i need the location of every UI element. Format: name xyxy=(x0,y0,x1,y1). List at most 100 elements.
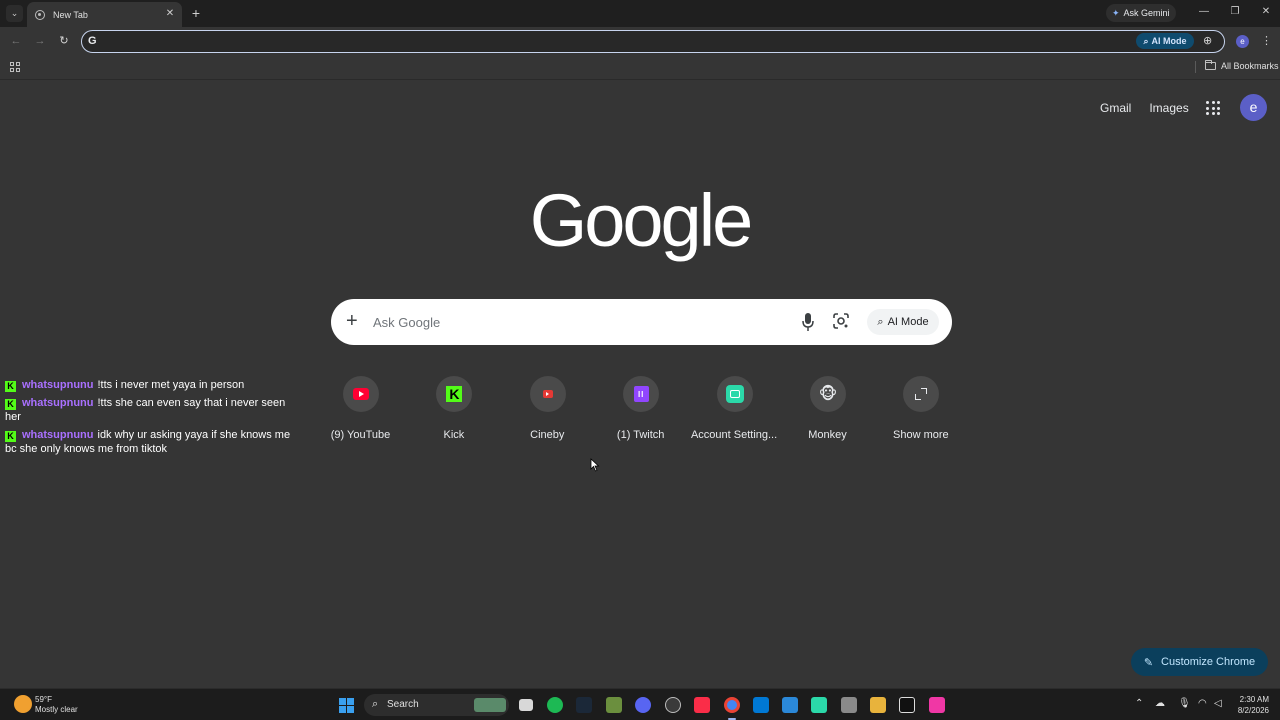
kick-badge-icon: K xyxy=(5,399,16,410)
shortcut-cineby[interactable]: Cineby xyxy=(501,372,594,452)
shortcut-kick[interactable]: K Kick xyxy=(407,372,500,452)
top-links: Gmail Images xyxy=(1100,98,1207,118)
shortcut-label: (1) Twitch xyxy=(616,429,665,441)
google-g-icon: G xyxy=(88,35,97,47)
chat-overlay: Kwhatsupnunu !tts i never met yaya in per… xyxy=(5,378,295,460)
pencil-icon: ✎ xyxy=(1143,656,1154,669)
shortcut-monkey[interactable]: 🐵 Monkey xyxy=(781,372,874,452)
discord-icon[interactable] xyxy=(635,697,651,713)
tab-search-button[interactable]: ⌄ xyxy=(6,5,23,22)
folder-icon xyxy=(1205,60,1216,70)
weather-temperature[interactable]: 59°F xyxy=(35,695,52,704)
minimize-icon[interactable]: — xyxy=(1197,6,1211,17)
youtube-icon xyxy=(353,388,369,400)
file-explorer-icon[interactable] xyxy=(870,697,886,713)
ask-gemini-label: Ask Gemini xyxy=(1123,8,1170,18)
account-avatar[interactable]: e xyxy=(1240,94,1267,121)
apple-music-icon[interactable] xyxy=(694,697,710,713)
microsoft-store-icon[interactable] xyxy=(753,697,769,713)
volume-icon[interactable]: ◁ xyxy=(1214,698,1222,709)
images-link[interactable]: Images xyxy=(1149,101,1188,115)
restore-icon[interactable]: ❐ xyxy=(1228,6,1242,17)
chat-text: !tts i never met yaya in person xyxy=(97,379,245,391)
task-view-icon[interactable] xyxy=(519,699,533,711)
chat-username: whatsupnunu xyxy=(22,397,94,409)
weather-moon-icon[interactable] xyxy=(14,695,32,713)
omnibox-ai-mode-button[interactable]: ⌕ AI Mode xyxy=(1136,33,1194,49)
companion-app-icon[interactable] xyxy=(811,697,827,713)
more-menu-icon[interactable]: ⋮ xyxy=(1261,34,1272,48)
xsplit-icon[interactable] xyxy=(929,697,945,713)
taskbar-search-label: Search xyxy=(387,699,419,710)
shortcut-show-more[interactable]: Show more xyxy=(874,372,967,452)
ai-mode-button[interactable]: ⌕ AI Mode xyxy=(867,309,939,335)
shortcut-label: Kick xyxy=(443,429,465,441)
reload-icon[interactable]: ↻ xyxy=(57,33,71,49)
add-file-icon[interactable]: + xyxy=(346,310,358,332)
clock-time[interactable]: 2:30 AM xyxy=(1237,695,1269,704)
chrome-icon[interactable] xyxy=(724,697,740,713)
generic-app-icon[interactable] xyxy=(841,697,857,713)
wifi-icon[interactable]: ◠ xyxy=(1198,698,1207,709)
tab-close-icon[interactable]: ✕ xyxy=(164,7,176,21)
chat-message: Kwhatsupnunu !tts i never met yaya in per… xyxy=(5,378,295,392)
google-lens-icon[interactable] xyxy=(833,313,849,329)
profile-avatar[interactable]: e xyxy=(1236,35,1249,48)
microphone-icon[interactable] xyxy=(802,312,814,332)
shortcut-account-settings[interactable]: Account Setting... xyxy=(688,372,781,452)
ask-gemini-button[interactable]: ✦ Ask Gemini xyxy=(1106,4,1176,22)
chat-message: Kwhatsupnunu !tts she can even say that i… xyxy=(5,396,295,424)
shortcut-youtube[interactable]: (9) YouTube xyxy=(314,372,407,452)
address-input[interactable] xyxy=(104,33,1104,49)
capcut-icon[interactable] xyxy=(899,697,915,713)
search-box[interactable]: + ⌕ AI Mode xyxy=(331,299,952,345)
zoom-icon[interactable]: ⊕ xyxy=(1203,34,1212,47)
kick-icon: K xyxy=(446,386,463,402)
window-close-icon[interactable]: ✕ xyxy=(1259,6,1273,17)
spotify-icon[interactable] xyxy=(547,697,563,713)
customize-chrome-button[interactable]: ✎ Customize Chrome xyxy=(1131,648,1268,676)
gemini-spark-icon: ✦ xyxy=(1112,7,1120,18)
search-input[interactable] xyxy=(373,313,773,331)
omnibox-ai-mode-label: AI Mode xyxy=(1151,36,1187,46)
cineby-icon xyxy=(542,390,553,398)
openai-icon[interactable] xyxy=(665,697,681,713)
shortcut-label: (9) YouTube xyxy=(330,429,391,441)
customize-chrome-label: Customize Chrome xyxy=(1161,656,1256,668)
tab-new-tab[interactable]: New Tab ✕ xyxy=(27,2,182,27)
steam-icon[interactable] xyxy=(576,697,592,713)
windows-start-icon[interactable] xyxy=(339,698,354,713)
browser-toolbar: ← → ↻ G ⌕ AI Mode ⊕ e ⋮ xyxy=(0,27,1280,56)
shortcut-label: Show more xyxy=(893,429,949,441)
tray-overflow-icon[interactable]: ⌃ xyxy=(1135,698,1143,709)
gmail-link[interactable]: Gmail xyxy=(1100,101,1131,115)
windows-taskbar: 59°F Mostly clear ⌕ Search ⌃ ☁ 🎙 ◠ ◁ 2:3… xyxy=(0,688,1280,720)
all-bookmarks-label: All Bookmarks xyxy=(1221,61,1279,71)
chrome-favicon-icon xyxy=(35,9,45,20)
shortcut-twitch[interactable]: (1) Twitch xyxy=(594,372,687,452)
shortcuts-grid: (9) YouTube K Kick Cineby (1) Twitch Acc… xyxy=(314,372,968,452)
minecraft-icon[interactable] xyxy=(606,697,622,713)
apps-shortcut-icon[interactable] xyxy=(10,62,20,72)
address-bar[interactable]: G ⌕ AI Mode ⊕ xyxy=(81,30,1225,53)
shortcut-label: Monkey xyxy=(808,429,847,441)
clock-date[interactable]: 8/2/2026 xyxy=(1231,706,1269,715)
taskbar-search[interactable]: ⌕ Search xyxy=(364,694,509,716)
weather-description[interactable]: Mostly clear xyxy=(35,705,78,714)
search-icon: ⌕ xyxy=(372,698,379,710)
bookmarks-divider xyxy=(1195,61,1196,73)
mouse-cursor-icon xyxy=(590,458,600,472)
forward-arrow-icon[interactable]: → xyxy=(33,33,47,49)
google-apps-icon[interactable] xyxy=(1206,101,1220,115)
bookmarks-bar: All Bookmarks xyxy=(0,56,1280,80)
microphone-tray-icon[interactable]: 🎙 xyxy=(1178,698,1191,709)
new-tab-button[interactable]: + xyxy=(188,5,204,21)
shortcut-label: Cineby xyxy=(530,429,565,441)
app-window-icon[interactable] xyxy=(782,697,798,713)
back-arrow-icon[interactable]: ← xyxy=(9,33,23,49)
onedrive-icon[interactable]: ☁ xyxy=(1155,698,1165,709)
all-bookmarks-button[interactable]: All Bookmarks xyxy=(1205,60,1279,71)
ai-mode-icon: ⌕ xyxy=(1143,35,1149,46)
kick-badge-icon: K xyxy=(5,431,16,442)
google-logo: Google xyxy=(529,179,754,262)
